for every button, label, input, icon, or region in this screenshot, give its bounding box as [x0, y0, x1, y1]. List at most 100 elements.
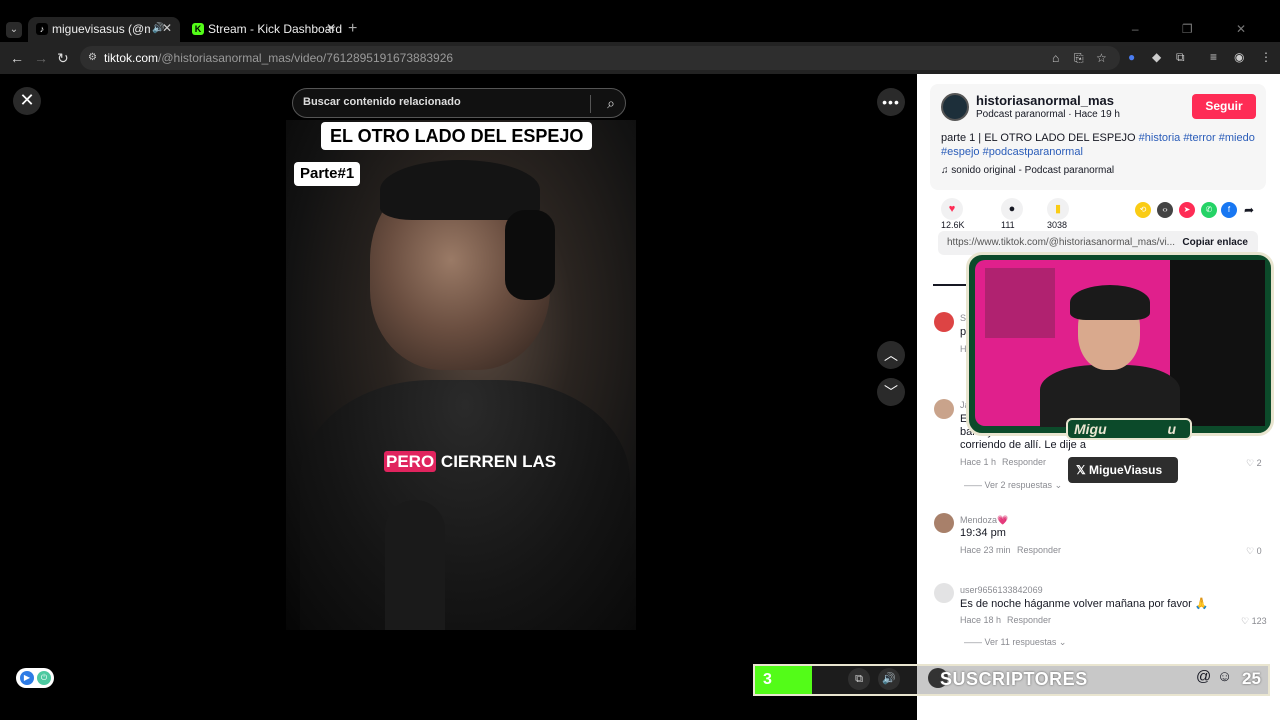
view-replies-link[interactable]: —— Ver 2 respuestas ⌄ — [964, 480, 1062, 491]
tiktok-icon: ♪ — [36, 23, 48, 35]
copy-link-button[interactable]: Copiar enlace — [1182, 237, 1248, 248]
hashtag-link[interactable]: #miedo — [1219, 132, 1255, 144]
install-icon[interactable]: ⎘ — [1074, 51, 1084, 66]
next-video-button[interactable]: ﹀ — [877, 378, 905, 406]
tab-tiktok[interactable]: ♪ miguevisasus (@miguevisasus) 🔊 ✕ — [28, 17, 180, 42]
video-frame-shape — [505, 210, 555, 300]
close-tab-icon[interactable]: ✕ — [326, 21, 336, 35]
x-logo-icon: 𝕏 — [1076, 463, 1090, 477]
comment-text: corriendo de allí. Le dije a — [960, 439, 1086, 451]
bookmark-star-icon[interactable]: ☆ — [1096, 51, 1107, 65]
hashtag-link[interactable]: #podcastparanormal — [983, 146, 1083, 158]
profile-avatar[interactable]: ◉ — [1234, 50, 1244, 64]
picture-in-picture-icon[interactable]: ⧉ — [848, 668, 870, 690]
comment-button[interactable]: ●111 — [1001, 198, 1027, 230]
tab-kick[interactable]: K Stream - Kick Dashboard ✕ — [184, 17, 344, 42]
search-icon[interactable]: ⌕ — [607, 95, 615, 112]
tab-comments-indicator[interactable] — [933, 284, 967, 286]
avatar[interactable] — [934, 583, 954, 603]
embed-icon[interactable]: ‹› — [1157, 202, 1173, 218]
subscriber-count: 3 — [755, 666, 812, 694]
back-icon[interactable]: ← — [10, 50, 24, 66]
more-options-button[interactable]: ••• — [877, 88, 905, 116]
site-info-icon[interactable]: ⚙ — [88, 52, 100, 64]
webcam-background-shape — [985, 268, 1055, 338]
comment-text: Es de noche háganme volver mañana por fa… — [960, 598, 1209, 610]
heart-icon: ♥ — [941, 198, 963, 220]
music-note-icon: ♫ — [941, 165, 952, 176]
like-button[interactable]: ♥12.6K — [941, 198, 967, 230]
author-username[interactable]: historiasanormal_mas — [976, 93, 1114, 108]
webcam-name-label: Migu u — [1066, 418, 1192, 440]
post-description: parte 1 | EL OTRO LADO DEL ESPEJO #histo… — [941, 132, 1255, 158]
volume-icon[interactable]: 🔊 — [878, 668, 900, 690]
reply-button[interactable]: Responder — [1002, 457, 1046, 467]
previous-video-button[interactable]: ︿ — [877, 341, 905, 369]
comment-like[interactable]: ♡ 123 — [1241, 616, 1267, 627]
reload-icon[interactable]: ↻ — [57, 50, 69, 67]
avatar[interactable] — [941, 93, 969, 121]
translate-icon[interactable]: ⌂ — [1052, 51, 1059, 65]
video-part-overlay: Parte#1 — [294, 162, 361, 186]
comment-author[interactable]: user9656133842069 — [960, 585, 1043, 595]
comment-like[interactable]: ♡ 0 — [1246, 546, 1262, 557]
reply-button[interactable]: Responder — [1017, 545, 1061, 555]
video-title-overlay: EL OTRO LADO DEL ESPEJO — [321, 122, 593, 150]
author-subline: Podcast paranormal · Hace 19 h — [976, 109, 1120, 120]
avatar[interactable] — [934, 513, 954, 533]
media-icon[interactable]: ≡ — [1210, 50, 1217, 64]
music-link[interactable]: ♫ sonido original - Podcast paranormal — [941, 165, 1114, 176]
mention-icon[interactable]: @ — [1196, 668, 1211, 685]
extension-icon[interactable]: ● — [1128, 50, 1135, 64]
tab-title: miguevisasus (@miguevisasus) — [52, 22, 150, 36]
hashtag-link[interactable]: #terror — [1183, 132, 1215, 144]
webcam-background-shape — [1170, 260, 1265, 426]
window-controls[interactable]: – ❐ ✕ — [1132, 22, 1266, 36]
avatar[interactable] — [934, 399, 954, 419]
kick-icon: K — [192, 23, 204, 35]
comment-time: Hace 23 min — [960, 545, 1011, 555]
send-icon[interactable]: ➤ — [1179, 202, 1195, 218]
browser-toolbar: ← → ↻ ⚙ tiktok.com/@historiasanormal_mas… — [0, 42, 1280, 74]
related-search-box[interactable]: Buscar contenido relacionado ⌕ — [292, 88, 626, 118]
address-bar[interactable]: ⚙ tiktok.com/@historiasanormal_mas/video… — [80, 46, 1120, 70]
share-arrow-icon[interactable]: ➦ — [1241, 202, 1257, 218]
save-button[interactable]: ▮3038 — [1047, 198, 1073, 230]
extension-icon[interactable]: ◆ — [1152, 50, 1161, 64]
comment-like[interactable]: ♡ 2 — [1246, 458, 1262, 469]
x-handle-badge: 𝕏 MigueViasus — [1068, 457, 1178, 483]
facebook-icon[interactable]: f — [1221, 202, 1237, 218]
follow-button[interactable]: Seguir — [1192, 94, 1256, 119]
comment-author[interactable]: Mendoza💗 — [960, 515, 1008, 526]
avatar[interactable] — [934, 312, 954, 332]
whatsapp-icon[interactable]: ✆ — [1201, 202, 1217, 218]
power-icon[interactable]: ⏻ — [37, 671, 51, 685]
close-video-button[interactable]: ✕ — [13, 87, 41, 115]
play-icon[interactable]: ▶ — [20, 671, 34, 685]
video-caption: PERO CIERREN LAS — [384, 451, 557, 472]
view-replies-link[interactable]: —— Ver 11 respuestas ⌄ — [964, 637, 1066, 648]
repost-icon[interactable]: ⟲ — [1135, 202, 1151, 218]
video-frame-shape — [385, 500, 445, 630]
tab-title: Stream - Kick Dashboard — [208, 22, 343, 36]
reply-button[interactable]: Responder — [1007, 615, 1051, 625]
close-tab-icon[interactable]: ✕ — [162, 21, 172, 35]
divider — [590, 95, 591, 113]
hashtag-link[interactable]: #historia — [1139, 132, 1181, 144]
puzzle-icon[interactable]: ⧉ — [1176, 50, 1185, 65]
new-tab-button[interactable]: + — [348, 20, 357, 38]
comment-time: Hace 1 h — [960, 457, 997, 467]
forward-icon[interactable]: → — [34, 50, 48, 66]
comment-text: 19:34 pm — [960, 527, 1006, 539]
share-link-text[interactable]: https://www.tiktok.com/@historiasanormal… — [947, 237, 1177, 248]
emoji-icon[interactable]: ☺ — [1217, 668, 1232, 685]
comment-icon: ● — [1001, 198, 1023, 220]
hashtag-link[interactable]: #espejo — [941, 146, 980, 158]
menu-icon[interactable]: ⋮ — [1260, 50, 1272, 64]
extension-widget[interactable]: ▶ ⏻ — [16, 668, 54, 688]
tab-list-button[interactable]: ⌄ — [6, 22, 22, 38]
video-frame-shape — [300, 380, 630, 630]
search-input[interactable]: Buscar contenido relacionado — [303, 96, 461, 108]
bookmark-icon: ▮ — [1047, 198, 1069, 220]
webcam-person-shape — [1070, 285, 1150, 320]
